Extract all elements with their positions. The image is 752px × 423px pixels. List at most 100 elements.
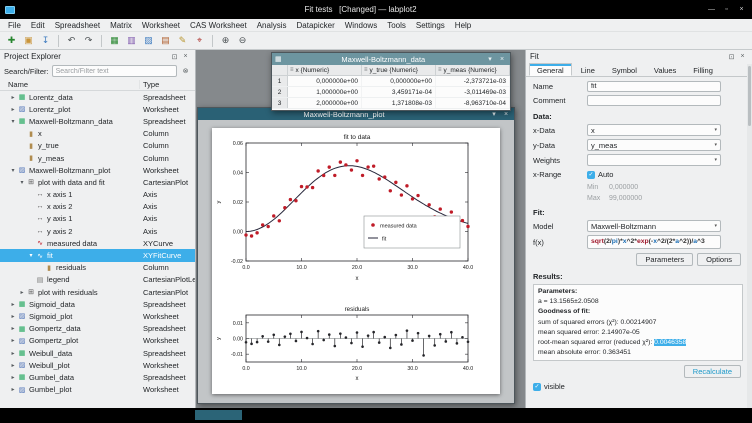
tree-item-lorentz-data[interactable]: ▸▦Lorentz_dataSpreadsheet — [0, 91, 195, 103]
expand-arrow[interactable]: ▾ — [9, 118, 17, 125]
recalculate-button[interactable]: Recalculate — [684, 365, 741, 378]
close-icon[interactable]: × — [737, 53, 748, 60]
menu-matrix[interactable]: Matrix — [105, 21, 137, 30]
close-icon[interactable]: × — [497, 56, 507, 63]
expand-arrow[interactable]: ▾ — [9, 167, 17, 174]
tree-item-gumbel-plot[interactable]: ▸▨Gumbel_plotWorksheet — [0, 384, 195, 396]
name-input[interactable] — [587, 81, 721, 92]
undo-button[interactable]: ↶ — [64, 33, 79, 48]
parameters-button[interactable]: Parameters — [636, 253, 693, 266]
table-cell[interactable]: -3,011469e-03 — [436, 87, 510, 97]
shade-icon[interactable]: ▾ — [489, 110, 499, 118]
column-header-y-meas-numeric[interactable]: ≡y_meas {Numeric} — [436, 65, 510, 75]
tree-item-gompertz-plot[interactable]: ▸▨Gompertz_plotWorksheet — [0, 335, 195, 347]
expand-arrow[interactable]: ▸ — [9, 313, 17, 320]
new-note-button[interactable]: ✎ — [175, 33, 190, 48]
column-header-y-true-numeric[interactable]: ≡y_true {Numeric} — [362, 65, 436, 75]
expand-arrow[interactable]: ▸ — [9, 386, 17, 393]
new-project-button[interactable]: ✚ — [4, 33, 19, 48]
expand-arrow[interactable]: ▾ — [18, 179, 26, 186]
new-workbook-button[interactable]: ▤ — [158, 33, 173, 48]
column-header-type[interactable]: Type — [140, 80, 195, 89]
tree-item-sigmoid-data[interactable]: ▸▦Sigmoid_dataSpreadsheet — [0, 298, 195, 310]
worksheet-page[interactable]: 0.010.020.030.040.0-0.020.000.020.040.06… — [212, 128, 500, 394]
table-cell[interactable]: 1,000000e+00 — [288, 87, 362, 97]
tree-item-y-axis-1[interactable]: ↔y axis 1Axis — [0, 213, 195, 225]
menu-tools[interactable]: Tools — [382, 21, 411, 30]
visible-checkbox[interactable]: ✓ — [533, 383, 541, 391]
spreadsheet-corner[interactable] — [272, 65, 288, 75]
menu-worksheet[interactable]: Worksheet — [137, 21, 185, 30]
tree-item-plot-with-residuals[interactable]: ▸⊞plot with residualsCartesianPlot — [0, 286, 195, 298]
close-icon[interactable]: × — [501, 111, 511, 118]
new-matrix-button[interactable]: ▥ — [124, 33, 139, 48]
tree-item-sigmoid-plot[interactable]: ▸▨Sigmoid_plotWorksheet — [0, 310, 195, 322]
expand-arrow[interactable]: ▸ — [9, 362, 17, 369]
tree-item-lorentz-plot[interactable]: ▸▨Lorentz_plotWorksheet — [0, 103, 195, 115]
tree-item-plot-with-data-and-fit[interactable]: ▾⊞plot with data and fitCartesianPlot — [0, 176, 195, 188]
menu-settings[interactable]: Settings — [411, 21, 450, 30]
table-cell[interactable]: -2,373721e-03 — [436, 76, 510, 86]
expand-arrow[interactable]: ▸ — [9, 325, 17, 332]
spreadsheet-window-titlebar[interactable]: ▦ Maxwell-Boltzmann_data ▾ × — [272, 53, 510, 65]
table-cell[interactable]: 0,000000e+00 — [362, 76, 436, 86]
menu-file[interactable]: File — [3, 21, 26, 30]
table-cell[interactable]: 0,000000e+00 — [288, 76, 362, 86]
tree-item-gumbel-data[interactable]: ▸▦Gumbel_dataSpreadsheet — [0, 371, 195, 383]
menu-edit[interactable]: Edit — [26, 21, 50, 30]
y-data-combo[interactable]: y_meas ▾ — [587, 139, 721, 151]
options-button[interactable]: Options — [697, 253, 741, 266]
maximize-icon[interactable]: ▫ — [721, 6, 732, 13]
minimize-icon[interactable]: — — [706, 6, 717, 13]
float-icon[interactable]: ⊡ — [726, 53, 737, 61]
tree-item-y-true[interactable]: ▮y_trueColumn — [0, 140, 195, 152]
expand-arrow[interactable]: ▸ — [9, 94, 17, 101]
tree-item-y-meas[interactable]: ▮y_measColumn — [0, 152, 195, 164]
tree-item-maxwell-boltzmann-data[interactable]: ▾▦Maxwell-Boltzmann_dataSpreadsheet — [0, 115, 195, 127]
scrollbar[interactable] — [747, 64, 752, 408]
tree-item-weibull-plot[interactable]: ▸▨Weibull_plotWorksheet — [0, 359, 195, 371]
column-header-x-numeric[interactable]: ≡x {Numeric} — [288, 65, 362, 75]
zoom-in-button[interactable]: ⊕ — [218, 33, 233, 48]
tree-item-x[interactable]: ▮xColumn — [0, 128, 195, 140]
shade-icon[interactable]: ▾ — [485, 55, 495, 63]
spreadsheet-window[interactable]: ▦ Maxwell-Boltzmann_data ▾ × ≡x {Numeric… — [271, 52, 511, 111]
auto-checkbox[interactable]: ✓ — [587, 171, 595, 179]
tab-values[interactable]: Values — [646, 63, 684, 76]
tree-item-x-axis-2[interactable]: ↔x axis 2Axis — [0, 201, 195, 213]
new-datapicker-button[interactable]: ⌖ — [192, 33, 207, 48]
plot-legend[interactable]: measured datafit — [364, 216, 460, 248]
redo-button[interactable]: ↷ — [81, 33, 96, 48]
tab-line[interactable]: Line — [573, 63, 603, 76]
tree-item-residuals[interactable]: ▮residualsColumn — [0, 262, 195, 274]
close-icon[interactable]: × — [736, 6, 747, 13]
tab-filling[interactable]: Filling — [685, 63, 721, 76]
table-cell[interactable]: 1,371808e-03 — [362, 98, 436, 108]
menu-help[interactable]: Help — [450, 21, 476, 30]
scrollbar-handle[interactable] — [748, 66, 751, 126]
expand-arrow[interactable]: ▸ — [18, 289, 26, 296]
new-worksheet-button[interactable]: ▨ — [141, 33, 156, 48]
tree-item-maxwell-boltzmann-plot[interactable]: ▾▨Maxwell-Boltzmann_plotWorksheet — [0, 164, 195, 176]
search-input[interactable] — [52, 65, 177, 77]
worksheet-window[interactable]: Maxwell-Boltzmann_plot ▾ × 0.010.020.030… — [197, 107, 515, 404]
open-project-button[interactable]: ▣ — [21, 33, 36, 48]
close-icon[interactable]: × — [180, 53, 191, 60]
fit-plot[interactable]: 0.010.020.030.040.0-0.020.000.020.040.06… — [212, 130, 500, 298]
expand-arrow[interactable]: ▸ — [9, 337, 17, 344]
tree-item-weibull-data[interactable]: ▸▦Weibull_dataSpreadsheet — [0, 347, 195, 359]
zoom-out-button[interactable]: ⊖ — [235, 33, 250, 48]
tab-general[interactable]: General — [529, 63, 572, 76]
weights-combo[interactable]: ▾ — [587, 154, 721, 166]
expand-arrow[interactable]: ▾ — [27, 252, 35, 259]
tree-item-x-axis-1[interactable]: ↔x axis 1Axis — [0, 189, 195, 201]
residuals-plot[interactable]: 0.010.020.030.040.0-0.010.000.01residual… — [212, 304, 500, 394]
tree-item-legend[interactable]: ▤legendCartesianPlotLegend — [0, 274, 195, 286]
x-data-combo[interactable]: x ▾ — [587, 124, 721, 136]
menu-analysis[interactable]: Analysis — [252, 21, 292, 30]
menu-cas-worksheet[interactable]: CAS Worksheet — [185, 21, 252, 30]
menu-windows[interactable]: Windows — [340, 21, 382, 30]
expand-arrow[interactable]: ▸ — [9, 106, 17, 113]
menu-datapicker[interactable]: Datapicker — [292, 21, 340, 30]
save-project-button[interactable]: ↧ — [38, 33, 53, 48]
